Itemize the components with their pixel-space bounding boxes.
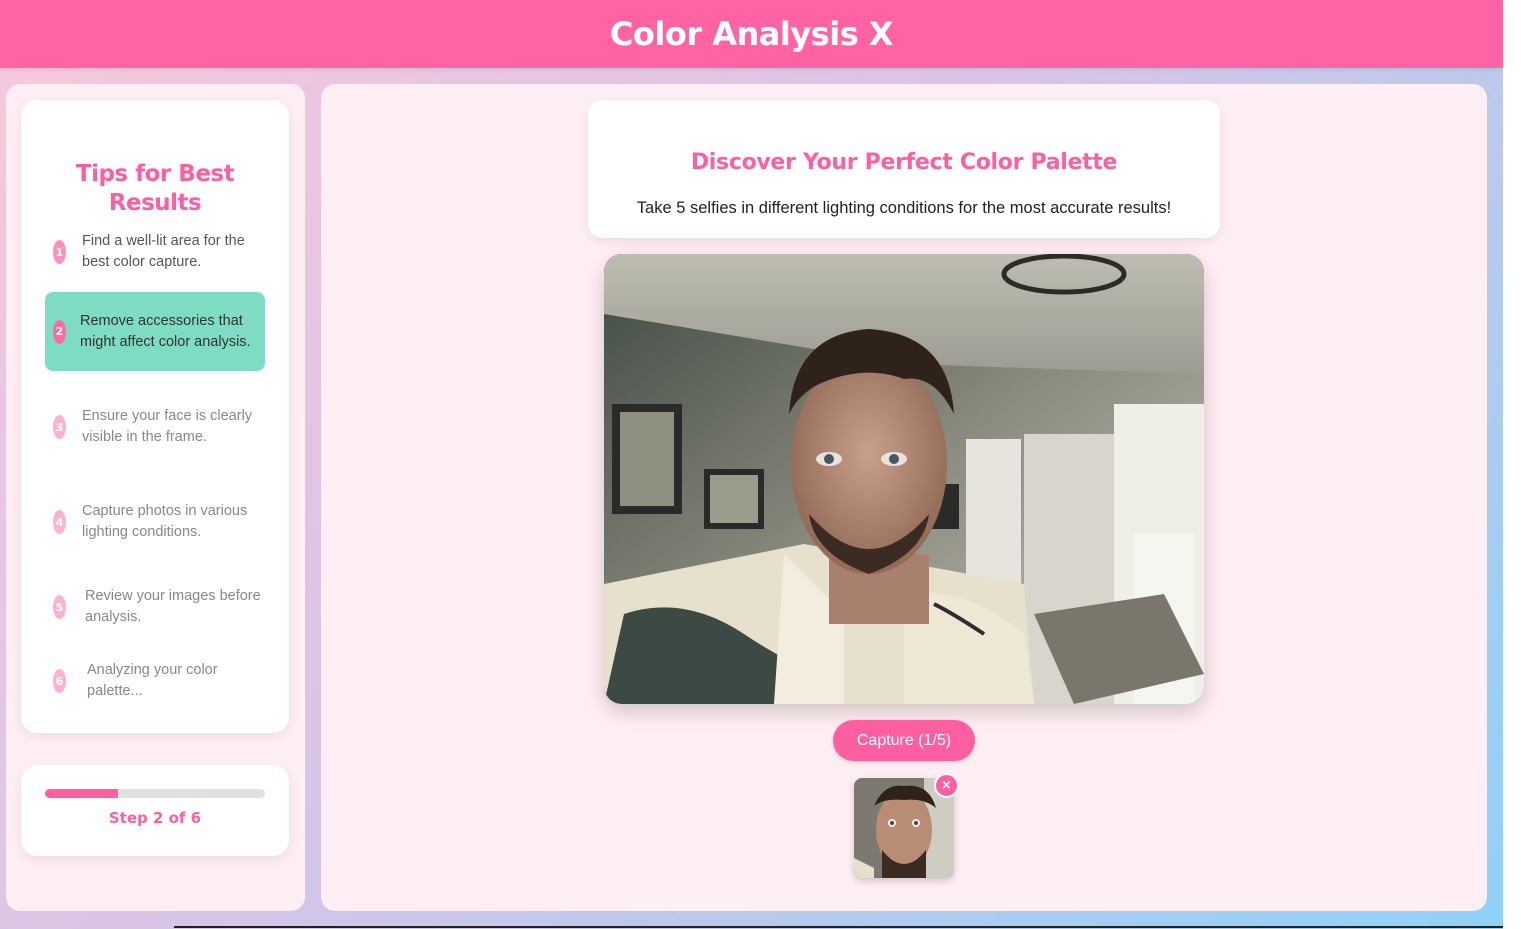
tip-item-3: 3 Ensure your face is clearly visible in… — [45, 394, 265, 460]
app-header: Color Analysis X — [0, 0, 1503, 68]
window-edge — [174, 926, 1503, 928]
sidebar: Tips for Best Results 1 Find a well-lit … — [6, 84, 305, 911]
tip-text: Find a well-lit area for the best color … — [82, 233, 245, 270]
tips-card: Tips for Best Results 1 Find a well-lit … — [21, 100, 289, 733]
tip-item-4: 4 Capture photos in various lighting con… — [45, 489, 265, 555]
camera-preview — [604, 254, 1204, 704]
remove-thumbnail-button[interactable]: × — [934, 773, 959, 798]
step-number-badge: 2 — [53, 319, 66, 344]
step-number-badge: 1 — [53, 240, 66, 264]
capture-button[interactable]: Capture (1/5) — [833, 720, 975, 761]
progress-label: Step 2 of 6 — [108, 809, 202, 827]
tips-title: Tips for Best Results — [75, 161, 235, 216]
captured-thumbnail[interactable]: × — [854, 773, 959, 878]
progress-bar-fill — [45, 789, 119, 798]
tip-text: Review your images before analysis. — [85, 588, 261, 625]
camera-feed-image — [604, 254, 1204, 704]
main-panel: Discover Your Perfect Color Palette Take… — [321, 84, 1487, 911]
tip-item-2: 2 Remove accessories that might affect c… — [45, 292, 265, 371]
step-number-badge: 4 — [53, 510, 66, 534]
tip-item-5: 5 Review your images before analysis. — [45, 584, 265, 630]
step-number-badge: 6 — [53, 669, 66, 693]
step-number-badge: 5 — [53, 595, 66, 619]
progress-card: Step 2 of 6 — [21, 765, 289, 856]
tip-text: Remove accessories that might affect col… — [80, 312, 251, 350]
tip-item-1: 1 Find a well-lit area for the best colo… — [45, 224, 265, 280]
intro-subtitle: Take 5 selfies in different lighting con… — [636, 199, 1172, 217]
intro-title: Discover Your Perfect Color Palette — [690, 150, 1118, 175]
intro-card: Discover Your Perfect Color Palette Take… — [588, 100, 1220, 238]
tip-text: Capture photos in various lighting condi… — [82, 503, 248, 540]
step-number-badge: 3 — [53, 415, 66, 439]
progress-bar — [45, 789, 265, 798]
tip-text: Ensure your face is clearly visible in t… — [82, 408, 253, 445]
app-title: Color Analysis X — [609, 15, 894, 53]
tip-item-6: 6 Analyzing your color palette... — [45, 658, 265, 704]
tip-text: Analyzing your color palette... — [87, 662, 218, 699]
